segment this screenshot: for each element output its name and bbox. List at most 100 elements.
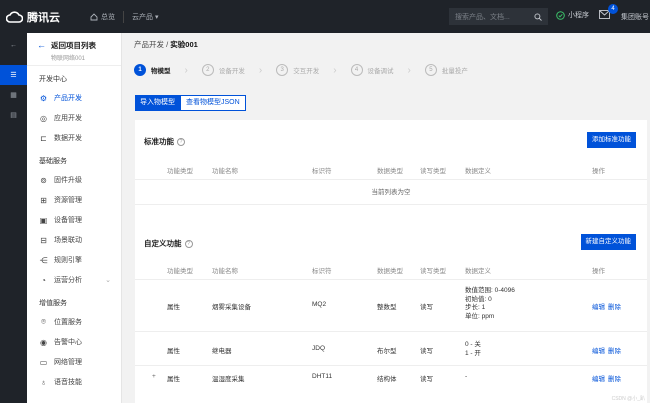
add-standard-function-button[interactable]: 添加标准功能 [587, 132, 636, 148]
sidebar-item-label: 网络管理 [54, 359, 82, 366]
cell-name: 继电器 [212, 348, 232, 355]
sidebar-item-voice[interactable]: ♁ 语音技能 [27, 372, 121, 392]
gear-icon: ⚙ [39, 93, 48, 103]
icon-rail: ← ☰ ▦ ▤ [0, 33, 27, 403]
sidebar-group-label: 开发中心 [39, 76, 67, 83]
step-label: 批量投产 [441, 68, 468, 75]
edit-link[interactable]: 编辑 [592, 345, 605, 355]
cell-identifier: MQ2 [312, 301, 327, 308]
back-to-projects[interactable]: ← 返回项目列表 物联网络001 [27, 33, 121, 66]
new-custom-function-button[interactable]: 新建自定义功能 [580, 234, 636, 250]
column-header: 读写类型 [420, 268, 446, 275]
step-3[interactable]: 3 交互开发 [276, 64, 319, 76]
alarm-icon: ◉ [40, 337, 47, 347]
breadcrumb-parent[interactable]: 产品开发 [134, 40, 164, 49]
data-icon: ⊏ [40, 133, 47, 143]
cell-name: 烟雾采集设备 [212, 304, 251, 311]
definition-line: 数值范围: 0-4096 [465, 287, 515, 294]
sidebar-item-firmware[interactable]: ⊚ 固件升级 [27, 170, 121, 190]
rail-back-button[interactable]: ← [0, 33, 27, 57]
document-icon: ▤ [10, 112, 17, 119]
table-header: 功能类型 功能名称 标识符 数据类型 读写类型 数据定义 操作 [135, 158, 647, 180]
table-header: 功能类型 功能名称 标识符 数据类型 读写类型 数据定义 操作 [135, 258, 647, 280]
edit-link[interactable]: 编辑 [592, 301, 605, 311]
search-input[interactable]: 搜索产品、文档... [449, 8, 548, 25]
scene-icon: ⊟ [40, 235, 47, 245]
sidebar-item-alarm[interactable]: ◉ 告警中心 [27, 332, 121, 352]
app-icon: ◎ [40, 113, 47, 123]
list-icon: ☰ [10, 72, 17, 79]
step-number: 3 [276, 64, 289, 76]
step-number: 2 [201, 64, 214, 76]
voice-icon: ♁ [40, 377, 47, 387]
delete-link[interactable]: 删除 [608, 301, 621, 311]
step-label: 设备开发 [218, 68, 245, 75]
sidebar: ← 返回项目列表 物联网络001 开发中心 ⚙ 产品开发 ◎ 应用开发 ⊏ 数据开发 … [27, 33, 122, 403]
rail-grid-button[interactable]: ▦ [0, 85, 27, 105]
step-5[interactable]: 5 批量投产 [424, 64, 468, 76]
sidebar-item-device[interactable]: ▣ 设备管理 [27, 210, 121, 230]
sidebar-item-app-dev[interactable]: ◎ 应用开发 [27, 108, 121, 128]
search-placeholder: 搜索产品、文档... [455, 13, 510, 21]
chevron-down-icon: ⌄ [105, 277, 111, 284]
chevron-right-icon: › [184, 64, 188, 76]
sidebar-item-network[interactable]: ▭ 网络管理 [27, 352, 121, 372]
arrow-left-icon: ← [37, 40, 46, 50]
device-icon: ▣ [39, 215, 48, 225]
cell-type: 属性 [167, 304, 180, 311]
definition-line: 初始值: 0 [465, 295, 492, 303]
notification-badge: 4 [608, 4, 618, 14]
rail-doc-button[interactable]: ▤ [0, 105, 27, 125]
sidebar-item-label: 规则引擎 [54, 257, 82, 264]
help-icon[interactable]: ? [177, 137, 185, 146]
rail-menu-button[interactable]: ☰ [0, 65, 27, 85]
import-model-button[interactable]: 导入物模型 [135, 95, 180, 111]
mini-program-label: 小程序 [568, 12, 589, 19]
column-header: 数据定义 [465, 268, 491, 275]
expand-row-icon[interactable]: + [152, 373, 156, 380]
sidebar-item-label: 资源管理 [54, 197, 82, 204]
sidebar-item-label: 应用开发 [54, 115, 82, 122]
upgrade-icon: ⊚ [40, 175, 47, 185]
step-number: 1 [134, 64, 146, 76]
rule-icon: ⋲ [39, 255, 48, 265]
home-icon [90, 12, 98, 20]
sidebar-item-label: 数据开发 [54, 135, 82, 142]
sidebar-item-rule[interactable]: ⋲ 规则引擎 [27, 250, 121, 270]
chevron-right-icon: › [258, 64, 263, 76]
delete-link[interactable]: 删除 [608, 345, 621, 355]
cell-rw-type: 读写 [420, 376, 433, 383]
step-4[interactable]: 4 设备调试 [350, 64, 394, 76]
table-row: 属性 烟雾采集设备 MQ2 整数型 读写 数值范围: 0-4096 初始值: 0… [135, 281, 647, 332]
sidebar-item-scene[interactable]: ⊟ 场景联动 [27, 230, 121, 250]
sidebar-item-label: 固件升级 [54, 177, 82, 184]
divider [123, 10, 124, 23]
account-menu[interactable]: 集团账号 [621, 12, 649, 22]
view-json-button[interactable]: 查看物模型JSON [180, 95, 246, 111]
sidebar-item-resource[interactable]: ⊞ 资源管理 [27, 190, 121, 210]
definition-line: 1 - 开 [465, 349, 481, 357]
sidebar-item-data-dev[interactable]: ⊏ 数据开发 [27, 128, 121, 148]
search-icon[interactable] [534, 12, 542, 21]
column-header: 功能名称 [212, 168, 238, 175]
sidebar-item-product-dev[interactable]: ⚙ 产品开发 [27, 88, 121, 108]
edit-link[interactable]: 编辑 [592, 373, 605, 383]
sidebar-item-analysis[interactable]: ◔ 运营分析 ⌄ [27, 270, 121, 290]
step-2[interactable]: 2 设备开发 [201, 64, 245, 76]
step-1[interactable]: 1 物模型 [134, 64, 171, 76]
mini-program-icon [556, 10, 565, 20]
standard-functions-card: 标准功能 ? 添加标准功能 功能类型 功能名称 标识符 数据类型 读写类型 数据… [135, 120, 647, 234]
table-row: 属性 继电器 JDQ 布尔型 读写 0 - 关 1 - 开 编辑 删除 [135, 332, 647, 366]
help-icon[interactable]: ? [184, 239, 193, 248]
delete-link[interactable]: 删除 [608, 373, 621, 383]
sidebar-item-location[interactable]: ⌾ 位置服务 [27, 312, 121, 332]
cell-data-definition: - [465, 373, 468, 380]
mini-program-link[interactable]: 小程序 [556, 10, 589, 20]
products-menu[interactable]: 云产品 ▾ [132, 12, 158, 22]
cell-rw-type: 读写 [420, 304, 433, 311]
home-link[interactable]: 总览 [90, 12, 115, 22]
column-header: 数据类型 [377, 268, 403, 275]
sidebar-item-label: 场景联动 [54, 237, 82, 244]
section-title-text: 自定义功能 [144, 239, 182, 248]
location-icon: ⌾ [41, 317, 46, 326]
